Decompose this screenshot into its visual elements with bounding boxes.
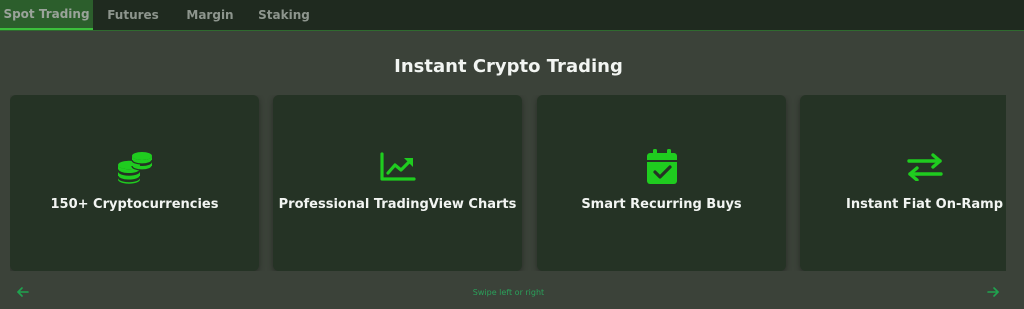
calendar-check-icon [644,149,680,185]
arrow-right-icon[interactable] [986,286,1000,300]
feature-card-cryptocurrencies[interactable]: 150+ Cryptocurrencies [10,95,259,271]
feature-carousel[interactable]: 150+ Cryptocurrencies Professional Tradi… [10,95,1006,271]
swipe-hint: Swipe left or right [472,288,545,297]
feature-card-fiat-on-ramp[interactable]: Instant Fiat On-Ramp [800,95,1006,271]
tab-margin[interactable]: Margin [173,0,247,30]
feature-card-charts[interactable]: Professional TradingView Charts [273,95,522,271]
feature-card-recurring-buys[interactable]: Smart Recurring Buys [537,95,786,271]
feature-card-label: 150+ Cryptocurrencies [50,197,219,212]
coins-icon [116,149,153,185]
tab-staking[interactable]: Staking [247,0,321,30]
feature-card-label: Instant Fiat On-Ramp [846,197,1003,212]
tab-futures[interactable]: Futures [93,0,173,30]
feature-card-label: Smart Recurring Buys [581,197,742,212]
tab-bar: Spot Trading Futures Margin Staking [0,0,1024,31]
exchange-arrows-icon [906,149,943,185]
tab-spot-trading[interactable]: Spot Trading [0,0,93,30]
section-title: Instant Crypto Trading [394,56,623,77]
feature-card-label: Professional TradingView Charts [278,197,517,212]
chart-line-icon [379,149,416,185]
